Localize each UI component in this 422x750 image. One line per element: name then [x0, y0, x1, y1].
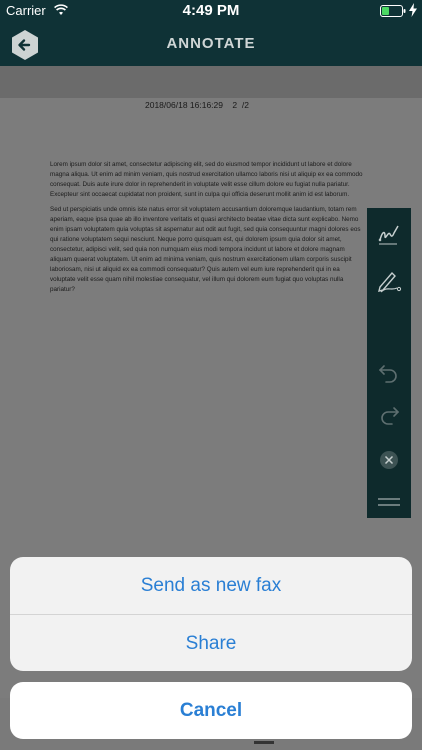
annotation-toolbar: [367, 208, 411, 518]
battery-icon: [380, 5, 406, 17]
share-button[interactable]: Share: [10, 615, 412, 671]
top-bar: Carrier 4:49 PM ANNOTATE: [0, 0, 422, 66]
home-indicator: [254, 741, 274, 744]
status-time: 4:49 PM: [182, 2, 240, 19]
signature-icon[interactable]: [375, 222, 403, 250]
close-icon[interactable]: [375, 446, 403, 474]
document-timestamp-pages: 2018/06/18 16:16:29 2 /2: [145, 100, 249, 110]
document-paragraph: Lorem ipsum dolor sit amet, consectetur …: [50, 161, 363, 198]
document-paragraph: Sed ut perspiciatis unde omnis iste natu…: [50, 206, 361, 293]
cancel-button[interactable]: Cancel: [10, 682, 412, 739]
status-bar: Carrier 4:49 PM: [0, 0, 422, 22]
menu-icon[interactable]: [375, 488, 403, 516]
document-header-strip: [0, 66, 422, 98]
action-sheet: Send as new fax Share: [10, 557, 412, 671]
redo-icon[interactable]: [375, 400, 403, 428]
undo-icon[interactable]: [375, 358, 403, 386]
document-body: Lorem ipsum dolor sit amet, consectetur …: [50, 160, 364, 300]
charging-icon: [409, 3, 417, 17]
page-title: ANNOTATE: [166, 35, 256, 52]
pen-icon[interactable]: [375, 266, 403, 294]
send-as-new-fax-button[interactable]: Send as new fax: [10, 557, 412, 614]
